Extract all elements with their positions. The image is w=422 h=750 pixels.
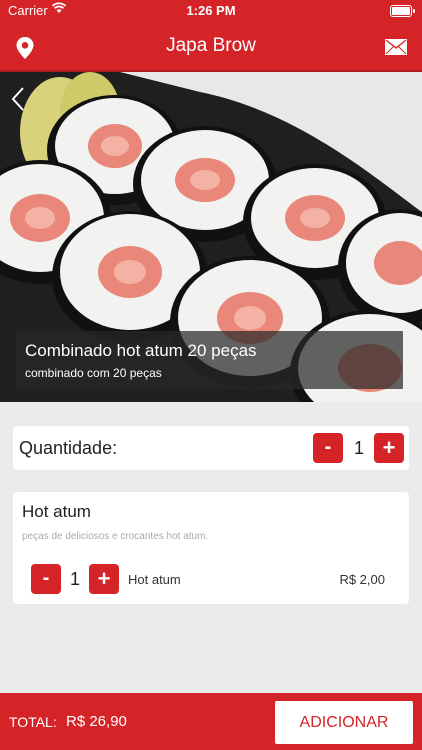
product-image: Combinado hot atum 20 peças combinado co… [0,72,422,402]
mail-icon[interactable] [385,39,407,60]
add-to-cart-button[interactable]: ADICIONAR [275,701,413,744]
battery-icon [390,5,412,17]
page-title: Japa Brow [166,35,256,56]
total-value: R$ 26,90 [66,713,127,730]
quantity-decrease-button[interactable]: - [313,433,343,463]
option-decrease-button[interactable]: - [31,564,61,594]
quantity-label: Quantidade: [19,438,118,458]
quantity-card: Quantidade: - 1 + [13,426,409,470]
nav-bar: Japa Brow [0,22,422,70]
product-caption: Combinado hot atum 20 peças combinado co… [16,331,403,389]
option-name: Hot atum [128,572,181,587]
status-bar: Carrier 1:26 PM [0,0,422,22]
product-name: Combinado hot atum 20 peças [25,341,257,360]
option-increase-button[interactable]: + [89,564,119,594]
item-group-description: peças de deliciosos e crocantes hot atum… [22,531,209,542]
quantity-increase-button[interactable]: + [374,433,404,463]
battery-tip [413,9,415,13]
item-group-card: Hot atum peças de deliciosos e crocantes… [13,492,409,604]
item-group-title: Hot atum [22,502,91,521]
status-time: 1:26 PM [186,3,236,18]
back-chevron-icon[interactable] [10,86,26,117]
option-price: R$ 2,00 [339,572,385,587]
product-description: combinado com 20 peças [25,366,162,380]
total-label: TOTAL: [9,714,57,730]
order-footer: TOTAL: R$ 26,90 ADICIONAR [0,693,422,750]
option-quantity: 1 [69,569,80,589]
quantity-value: 1 [353,438,364,458]
